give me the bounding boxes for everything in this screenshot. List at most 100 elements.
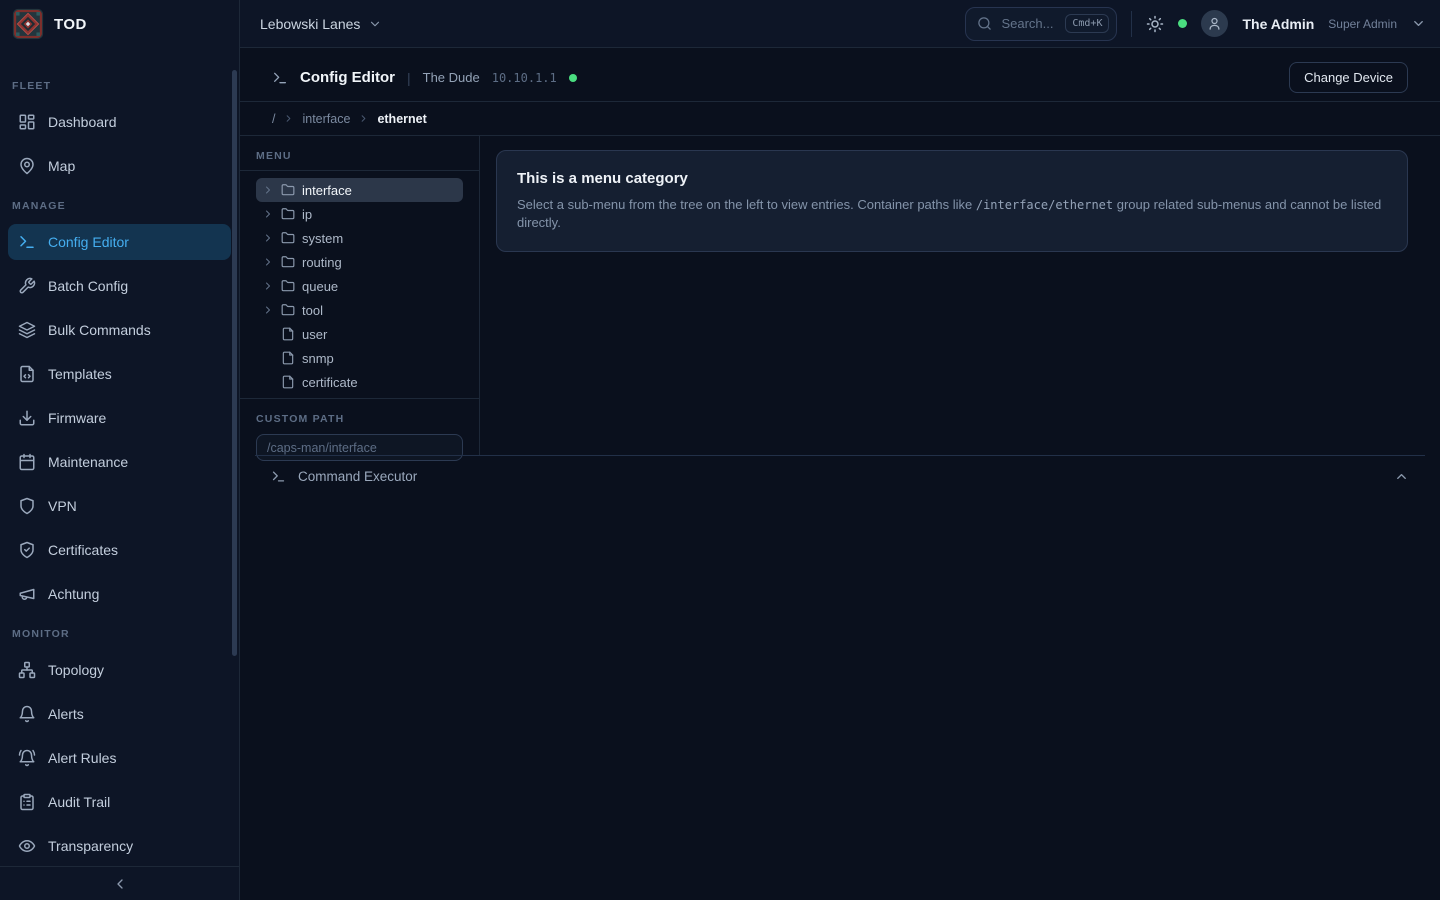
folder-icon (281, 183, 295, 197)
tree-item-snmp[interactable]: snmp (256, 346, 463, 370)
command-executor-expand-button[interactable] (1394, 469, 1409, 484)
brand[interactable]: TOD (0, 0, 239, 48)
chevron-right-icon (262, 280, 274, 292)
sidebar-scrollbar[interactable] (232, 70, 237, 656)
sidebar-item-templates[interactable]: Templates (8, 356, 231, 392)
brand-name: TOD (54, 16, 87, 33)
tree-item-user[interactable]: user (256, 322, 463, 346)
tree-item-tool[interactable]: tool (256, 298, 463, 322)
user-menu-chevron-icon[interactable] (1411, 16, 1426, 31)
theme-toggle-button[interactable] (1146, 15, 1164, 33)
info-card-title: This is a menu category (517, 170, 1387, 187)
avatar[interactable] (1201, 10, 1228, 37)
terminal-icon (18, 233, 36, 251)
rug-logo-icon (12, 8, 44, 40)
chevron-down-icon (368, 17, 382, 31)
search-input[interactable]: Search... Cmd+K (965, 7, 1117, 41)
breadcrumb-interface[interactable]: interface (302, 112, 350, 126)
sidebar-item-transparency[interactable]: Transparency (8, 828, 231, 864)
sidebar-item-firmware[interactable]: Firmware (8, 400, 231, 436)
bell-ring-icon (18, 749, 36, 767)
sidebar-item-config-editor[interactable]: Config Editor (8, 224, 231, 260)
sidebar-item-certificates[interactable]: Certificates (8, 532, 231, 568)
sidebar-item-achtung[interactable]: Achtung (8, 576, 231, 612)
path-code: /interface/ethernet (976, 198, 1113, 212)
user-name: The Admin (1242, 16, 1314, 32)
sidebar-item-audit-trail[interactable]: Audit Trail (8, 784, 231, 820)
tree-item-interface[interactable]: interface (256, 178, 463, 202)
device-ip: 10.10.1.1 (492, 71, 557, 85)
connection-status-dot (1178, 19, 1187, 28)
command-executor-bar[interactable]: Command Executor (255, 455, 1425, 497)
sidebar-item-alert-rules[interactable]: Alert Rules (8, 740, 231, 776)
sidebar-item-dashboard[interactable]: Dashboard (8, 104, 231, 140)
sidebar-item-topology[interactable]: Topology (8, 652, 231, 688)
detail-area: This is a menu category Select a sub-men… (480, 136, 1440, 455)
menu-category-info-card: This is a menu category Select a sub-men… (496, 150, 1408, 252)
search-shortcut-badge: Cmd+K (1065, 14, 1109, 33)
shield-check-icon (18, 541, 36, 559)
file-icon (281, 327, 295, 341)
tree-item-certificate[interactable]: certificate (256, 370, 463, 394)
device-online-dot (569, 74, 577, 82)
tree-item-system[interactable]: system (256, 226, 463, 250)
sidebar-item-vpn[interactable]: VPN (8, 488, 231, 524)
topbar: Lebowski Lanes Search... Cmd+K The Admin… (240, 0, 1440, 48)
section-label-monitor: MONITOR (0, 628, 239, 640)
sidebar-nav: FLEET Dashboard Map MANAGE Config Editor… (0, 48, 239, 866)
breadcrumb-root[interactable]: / (272, 112, 275, 126)
chevron-left-icon (112, 876, 128, 892)
clipboard-list-icon (18, 793, 36, 811)
folder-icon (281, 279, 295, 293)
breadcrumb: / interface ethernet (240, 102, 1440, 136)
user-role-badge: Super Admin (1328, 17, 1397, 31)
search-icon (977, 16, 992, 31)
menu-panel-label: MENU (256, 150, 292, 162)
folder-icon (281, 231, 295, 245)
terminal-icon (271, 469, 286, 484)
sidebar-item-maintenance[interactable]: Maintenance (8, 444, 231, 480)
menu-panel-header: MENU (240, 136, 479, 171)
sun-icon (1146, 15, 1164, 33)
calendar-icon (18, 453, 36, 471)
chevron-right-icon (283, 113, 294, 124)
org-name: Lebowski Lanes (260, 16, 360, 32)
sidebar-item-map[interactable]: Map (8, 148, 231, 184)
file-icon (281, 375, 295, 389)
page-title: Config Editor (300, 69, 395, 86)
sidebar-item-alerts[interactable]: Alerts (8, 696, 231, 732)
sidebar-item-bulk-commands[interactable]: Bulk Commands (8, 312, 231, 348)
folder-icon (281, 255, 295, 269)
dashboard-grid-icon (18, 113, 36, 131)
tree-item-ip[interactable]: ip (256, 202, 463, 226)
menu-tree: interface ip system (240, 171, 479, 398)
sidebar-collapse-button[interactable] (112, 876, 128, 892)
section-label-manage: MANAGE (0, 200, 239, 212)
tree-item-routing[interactable]: routing (256, 250, 463, 274)
tree-item-queue[interactable]: queue (256, 274, 463, 298)
page-header: Config Editor | The Dude 10.10.1.1 Chang… (240, 48, 1440, 102)
folder-icon (281, 207, 295, 221)
custom-path-label: CUSTOM PATH (256, 413, 344, 425)
topbar-divider (1131, 11, 1132, 37)
terminal-icon (272, 70, 288, 86)
menu-tree-panel: MENU interface ip (240, 136, 480, 455)
layers-icon (18, 321, 36, 339)
info-card-description: Select a sub-menu from the tree on the l… (517, 196, 1387, 232)
chevron-right-icon (358, 113, 369, 124)
empty-workspace (240, 497, 1440, 900)
megaphone-icon (18, 585, 36, 603)
chevron-right-icon (262, 184, 274, 196)
sidebar: TOD FLEET Dashboard Map MANAGE Config Ed… (0, 0, 240, 900)
sidebar-item-batch-config[interactable]: Batch Config (8, 268, 231, 304)
change-device-button[interactable]: Change Device (1289, 62, 1408, 93)
chevron-right-icon (262, 304, 274, 316)
wrench-icon (18, 277, 36, 295)
title-separator: | (407, 70, 411, 86)
chevron-up-icon (1394, 469, 1409, 484)
user-icon (1207, 16, 1222, 31)
download-icon (18, 409, 36, 427)
org-switcher[interactable]: Lebowski Lanes (260, 16, 382, 32)
content-area: Config Editor | The Dude 10.10.1.1 Chang… (240, 48, 1440, 900)
chevron-right-icon (262, 256, 274, 268)
